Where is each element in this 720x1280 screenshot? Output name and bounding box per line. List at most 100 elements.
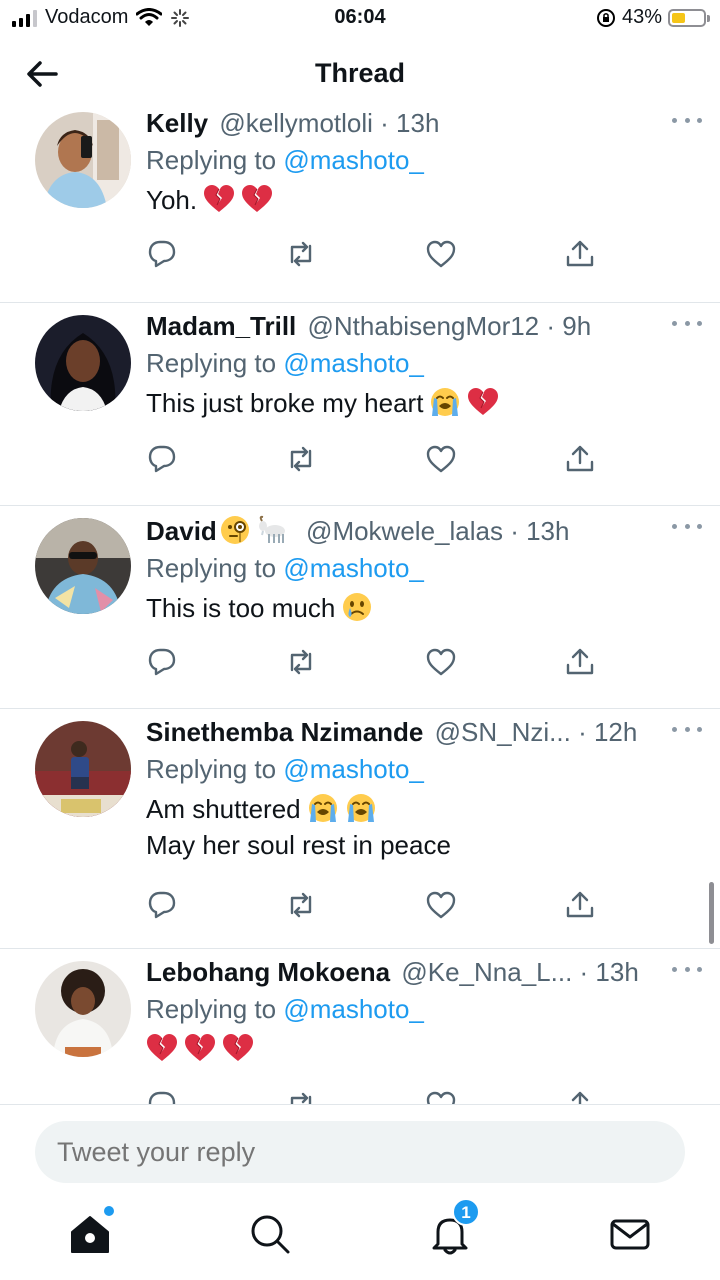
tab-bar: 1 [0, 1198, 720, 1280]
author-handle[interactable]: @kellymotloli [219, 108, 373, 138]
mention-link[interactable]: @mashoto_ [283, 754, 424, 784]
header: Thread [0, 38, 720, 108]
new-content-dot [104, 1206, 114, 1216]
like-button[interactable] [425, 238, 457, 270]
tweet[interactable]: Kelly @kellymotloli · 13h Replying to @m… [0, 100, 720, 303]
heart-icon [425, 889, 457, 921]
mention-link[interactable]: @mashoto_ [283, 994, 424, 1024]
reply-icon [146, 646, 178, 678]
loudly-crying-face-icon [307, 792, 339, 824]
search-icon [251, 1215, 290, 1254]
tweet-time: · 12h [578, 717, 638, 747]
share-button[interactable] [564, 238, 596, 270]
tweet[interactable]: David @Mokwele_lalas · 13h Replying to @… [0, 506, 720, 709]
avatar[interactable] [35, 961, 131, 1057]
tweet-text: This is too much [146, 590, 700, 626]
share-button[interactable] [564, 889, 596, 921]
tweet[interactable]: Lebohang Mokoena @Ke_Nna_L... · 13h Repl… [0, 949, 720, 1104]
retweet-icon [285, 889, 317, 921]
tweet-time: · 13h [380, 108, 440, 138]
avatar[interactable] [35, 315, 131, 411]
author-name[interactable]: Lebohang Mokoena [146, 957, 390, 987]
reply-button[interactable] [146, 238, 178, 270]
heart-icon [425, 238, 457, 270]
crying-face-icon [341, 591, 373, 623]
like-button[interactable] [425, 443, 457, 475]
like-button[interactable] [425, 1089, 457, 1104]
replying-to: Replying to @mashoto_ [146, 994, 424, 1024]
tweet-actions [146, 646, 596, 678]
retweet-icon [285, 443, 317, 475]
share-button[interactable] [564, 443, 596, 475]
replying-to: Replying to @mashoto_ [146, 348, 424, 378]
retweet-icon [285, 646, 317, 678]
tweet[interactable]: Madam_Trill @NthabisengMor12 · 9h Replyi… [0, 303, 720, 506]
tweet-actions [146, 1089, 596, 1104]
tweet-text-line-2: May her soul rest in peace [146, 830, 451, 860]
battery-level [672, 12, 685, 23]
face-with-monocle-icon [219, 514, 251, 546]
reply-input[interactable] [35, 1121, 685, 1183]
loudly-crying-face-icon [345, 792, 377, 824]
reply-icon [146, 1089, 178, 1104]
reply-icon [146, 443, 178, 475]
avatar[interactable] [35, 518, 131, 614]
scrollbar[interactable] [709, 882, 714, 944]
mention-link[interactable]: @mashoto_ [283, 553, 424, 583]
author-name[interactable]: Madam_Trill [146, 311, 296, 341]
battery-percent: 43% [621, 6, 662, 28]
retweet-icon [285, 1089, 317, 1104]
like-button[interactable] [425, 889, 457, 921]
replying-to: Replying to @mashoto_ [146, 553, 424, 583]
tweet-text: This just broke my heart [146, 385, 700, 421]
reply-button[interactable] [146, 646, 178, 678]
orientation-lock-icon [596, 8, 615, 27]
tweet-text: Yoh. [146, 182, 700, 218]
author-name[interactable]: Sinethemba Nzimande [146, 717, 423, 747]
tweet[interactable]: Sinethemba Nzimande @SN_Nzi... · 12h Rep… [0, 709, 720, 949]
reply-icon [146, 889, 178, 921]
retweet-button[interactable] [285, 646, 317, 678]
tab-notifications[interactable]: 1 [428, 1198, 480, 1256]
retweet-button[interactable] [285, 238, 317, 270]
share-button[interactable] [564, 1089, 596, 1104]
mention-link[interactable]: @mashoto_ [283, 348, 424, 378]
reply-icon [146, 238, 178, 270]
thread-list[interactable]: Kelly @kellymotloli · 13h Replying to @m… [0, 100, 720, 1104]
author-handle[interactable]: @SN_Nzi... [435, 717, 571, 747]
tweet-time: · 13h [579, 957, 639, 987]
avatar[interactable] [35, 112, 131, 208]
tweet-actions [146, 889, 596, 921]
mail-icon [610, 1219, 650, 1250]
tweet-text [146, 1031, 700, 1067]
reply-button[interactable] [146, 443, 178, 475]
reply-bar [0, 1104, 720, 1198]
retweet-button[interactable] [285, 1089, 317, 1104]
page-title: Thread [314, 58, 406, 88]
tab-home[interactable] [68, 1206, 114, 1256]
heart-icon [425, 443, 457, 475]
author-name[interactable]: David [146, 516, 217, 546]
share-icon [564, 443, 596, 475]
author-handle[interactable]: @Mokwele_lalas [306, 516, 503, 546]
author-name[interactable]: Kelly [146, 108, 208, 138]
notification-badge: 1 [452, 1198, 480, 1226]
replying-to: Replying to @mashoto_ [146, 754, 424, 784]
avatar[interactable] [35, 721, 131, 817]
mention-link[interactable]: @mashoto_ [283, 145, 424, 175]
goat-icon [257, 514, 289, 546]
retweet-icon [285, 238, 317, 270]
reply-button[interactable] [146, 1089, 178, 1104]
tab-search[interactable] [248, 1212, 292, 1256]
share-button[interactable] [564, 646, 596, 678]
broken-heart-icon [146, 1032, 178, 1064]
author-handle[interactable]: @NthabisengMor12 [308, 311, 540, 341]
like-button[interactable] [425, 646, 457, 678]
author-handle[interactable]: @Ke_Nna_L... [401, 957, 572, 987]
broken-heart-icon [467, 386, 499, 418]
retweet-button[interactable] [285, 889, 317, 921]
retweet-button[interactable] [285, 443, 317, 475]
reply-button[interactable] [146, 889, 178, 921]
tweet-time: · 13h [510, 516, 570, 546]
tab-messages[interactable] [608, 1212, 652, 1256]
